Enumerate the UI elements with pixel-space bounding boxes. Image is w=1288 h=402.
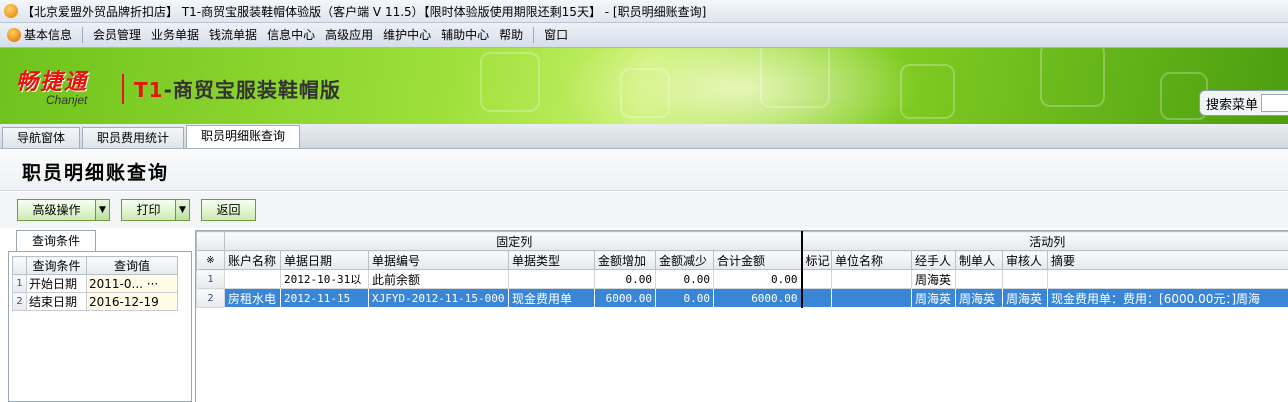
col-header-auditor[interactable]: 审核人 bbox=[1002, 250, 1049, 270]
col-header-date[interactable]: 单据日期 bbox=[280, 250, 369, 270]
query-conditions-body: 查询条件 查询值 1 开始日期 2011-0... ··· 2 结束日期 201… bbox=[8, 251, 192, 402]
col-header-summary[interactable]: 摘要 bbox=[1047, 250, 1288, 270]
logo-divider bbox=[122, 74, 124, 104]
search-menu-input[interactable] bbox=[1261, 94, 1288, 112]
search-menu-label: 搜索菜单 bbox=[1206, 97, 1259, 113]
menu-item-auxiliary[interactable]: 辅助中心 bbox=[436, 25, 494, 45]
window-title: 【北京爱盟外贸品牌折扣店】 T1-商贸宝服装鞋帽体验版（客户端 V 11.5）【… bbox=[22, 4, 707, 19]
document-tabs: 导航窗体 职员费用统计 职员明细账查询 bbox=[0, 124, 1288, 149]
col-header-handler[interactable]: 经手人 bbox=[911, 250, 957, 270]
advanced-ops-dropdown-icon[interactable]: ▼ bbox=[95, 200, 109, 220]
start-date-label: 开始日期 bbox=[26, 274, 87, 293]
chanjet-logo: 畅捷通 Chanjet bbox=[16, 69, 89, 107]
col-header-decrease[interactable]: 金额减少 bbox=[655, 250, 714, 270]
print-dropdown-icon[interactable]: ▼ bbox=[175, 200, 189, 220]
basic-info-icon bbox=[7, 28, 21, 42]
app-icon bbox=[4, 4, 18, 18]
ellipsis-button[interactable]: ··· bbox=[147, 277, 158, 291]
menu-item-business-docs[interactable]: 业务单据 bbox=[146, 25, 204, 45]
col-header-doc-type[interactable]: 单据类型 bbox=[508, 250, 595, 270]
menu-separator bbox=[533, 27, 535, 43]
query-row-start-date[interactable]: 1 开始日期 2011-0... ··· bbox=[12, 274, 178, 293]
product-banner: 畅捷通 Chanjet T1-商贸宝服装鞋帽版 bbox=[0, 48, 1288, 124]
menu-separator bbox=[82, 27, 84, 43]
tab-navigation[interactable]: 导航窗体 bbox=[2, 127, 81, 148]
query-row-end-date[interactable]: 2 结束日期 2016-12-19 bbox=[12, 292, 178, 311]
ledger-grid-container: 固定列 活动列 ※ 账户名称 单据日期 单据编号 单据类型 金额增加 金额减少 … bbox=[195, 230, 1288, 402]
end-date-value[interactable]: 2016-12-19 bbox=[86, 292, 178, 311]
toolbar: 高级操作 ▼ 打印 ▼ 返回 bbox=[0, 192, 1288, 228]
start-date-value[interactable]: 2011-0... ··· bbox=[86, 274, 178, 293]
col-header-increase[interactable]: 金额增加 bbox=[594, 250, 656, 270]
window-titlebar: 【北京爱盟外贸品牌折扣店】 T1-商贸宝服装鞋帽体验版（客户端 V 11.5）【… bbox=[0, 0, 1288, 23]
menu-item-member[interactable]: 会员管理 bbox=[88, 25, 146, 45]
tab-staff-expense-stats[interactable]: 职员费用统计 bbox=[82, 127, 185, 148]
page-header: 职员明细账查询 bbox=[0, 149, 1288, 191]
col-header-mark[interactable]: 标记 bbox=[801, 250, 833, 270]
col-header-unit[interactable]: 单位名称 bbox=[831, 250, 913, 270]
menu-item-info-center[interactable]: 信息中心 bbox=[262, 25, 320, 45]
product-name: T1-商贸宝服装鞋帽版 bbox=[134, 78, 341, 102]
query-conditions-tab[interactable]: 查询条件 bbox=[16, 230, 96, 252]
end-date-label: 结束日期 bbox=[26, 292, 87, 311]
menu-item-advanced[interactable]: 高级应用 bbox=[320, 25, 378, 45]
query-conditions-grid: 查询条件 查询值 1 开始日期 2011-0... ··· 2 结束日期 201… bbox=[12, 256, 178, 311]
col-header-maker[interactable]: 制单人 bbox=[955, 250, 1004, 270]
table-row[interactable]: 2 房租水电 2012-11-15 XJFYD-2012-11-15-000 现… bbox=[196, 288, 1288, 308]
search-menu-box[interactable]: 搜索菜单 bbox=[1199, 90, 1288, 116]
back-button[interactable]: 返回 bbox=[201, 199, 256, 221]
menu-item-window[interactable]: 窗口 bbox=[539, 25, 573, 45]
menu-item-help[interactable]: 帮助 bbox=[494, 25, 528, 45]
menu-item-cash-docs[interactable]: 钱流单据 bbox=[204, 25, 262, 45]
menu-item-maintenance[interactable]: 维护中心 bbox=[378, 25, 436, 45]
col-header-doc-no[interactable]: 单据编号 bbox=[368, 250, 509, 270]
menu-bar: 基本信息 会员管理 业务单据 钱流单据 信息中心 高级应用 维护中心 辅助中心 … bbox=[0, 23, 1288, 48]
query-conditions-panel: 查询条件 查询条件 查询值 1 开始日期 2011-0... ··· 2 结束日… bbox=[8, 230, 192, 402]
ledger-grid: 固定列 活动列 ※ 账户名称 单据日期 单据编号 单据类型 金额增加 金额减少 … bbox=[196, 231, 1288, 308]
menu-item-basic-info[interactable]: 基本信息 bbox=[2, 25, 77, 45]
tab-staff-ledger-query[interactable]: 职员明细账查询 bbox=[186, 125, 301, 148]
col-header-value: 查询值 bbox=[86, 256, 178, 275]
page-title: 职员明细账查询 bbox=[22, 162, 170, 184]
col-header-account[interactable]: 账户名称 bbox=[224, 250, 281, 270]
col-header-condition: 查询条件 bbox=[26, 256, 87, 275]
group-header-active: 活动列 bbox=[801, 231, 1288, 251]
print-button[interactable]: 打印 ▼ bbox=[121, 199, 190, 221]
grid-corner-cell[interactable]: ※ bbox=[196, 250, 225, 270]
advanced-ops-button[interactable]: 高级操作 ▼ bbox=[17, 199, 110, 221]
corner-cell bbox=[12, 256, 27, 275]
group-header-fixed: 固定列 bbox=[223, 231, 803, 251]
table-row[interactable]: 1 2012-10-31以 此前余额 0.00 0.00 0.00 周海英 bbox=[196, 269, 1288, 289]
col-header-total[interactable]: 合计金额 bbox=[712, 250, 803, 270]
